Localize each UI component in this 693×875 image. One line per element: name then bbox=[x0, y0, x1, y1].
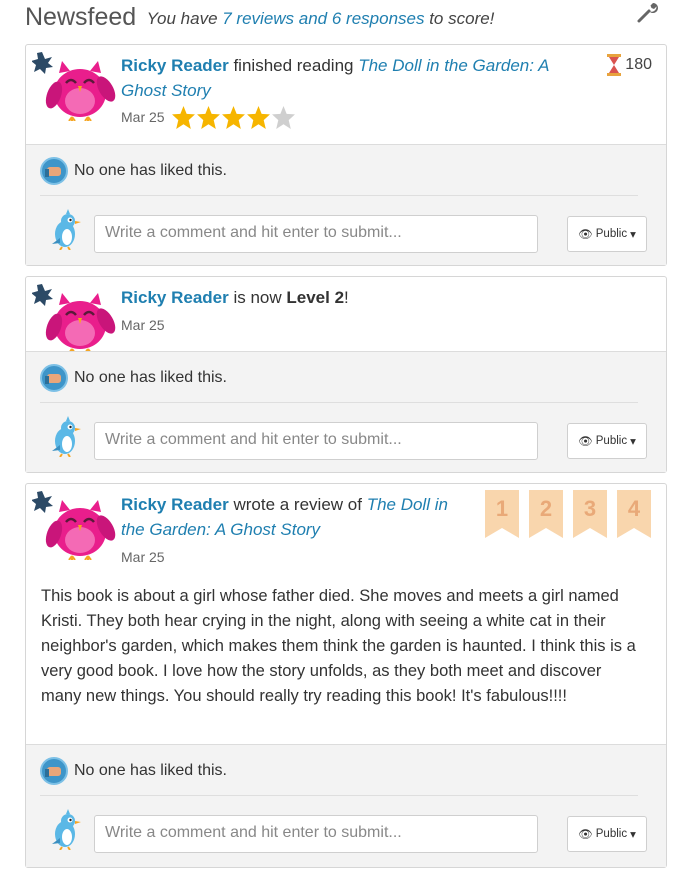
likes-row: No one has liked this. bbox=[40, 757, 227, 785]
divider bbox=[40, 195, 638, 196]
user-name-link[interactable]: Ricky Reader bbox=[121, 56, 229, 75]
ribbon-number: 4 bbox=[627, 496, 641, 521]
star-filled-icon bbox=[246, 105, 271, 130]
review-text: This book is about a girl whose father d… bbox=[41, 587, 636, 705]
page-title: Newsfeed bbox=[25, 3, 137, 31]
reading-time-value: 180 bbox=[625, 56, 652, 73]
thumbs-up-icon[interactable] bbox=[40, 757, 68, 785]
likes-row: No one has liked this. bbox=[40, 364, 227, 392]
owl-avatar-icon bbox=[32, 283, 120, 353]
wrench-icon[interactable] bbox=[635, 0, 659, 24]
divider bbox=[40, 402, 638, 403]
post-action-text: wrote a review of bbox=[228, 495, 367, 514]
owl-avatar-icon bbox=[32, 490, 120, 560]
visibility-label: Public bbox=[595, 435, 628, 447]
likes-row: No one has liked this. bbox=[40, 157, 227, 185]
post-date: Mar 25 bbox=[121, 317, 165, 333]
ribbon-number: 2 bbox=[539, 496, 553, 521]
avatar[interactable] bbox=[32, 490, 120, 560]
thumbs-up-icon[interactable] bbox=[40, 364, 68, 392]
score-notice-suffix: to score! bbox=[424, 9, 495, 28]
post-headline: Ricky Reader is now Level 2! Mar 25 bbox=[121, 285, 586, 338]
eye-icon: 👁 bbox=[578, 829, 593, 841]
divider bbox=[40, 795, 638, 796]
user-name-link[interactable]: Ricky Reader bbox=[121, 288, 229, 307]
post-suffix: ! bbox=[344, 288, 349, 307]
feed-post-review: Ricky Reader wrote a review of The Doll … bbox=[25, 483, 667, 868]
score-ribbons: 1 2 3 4 bbox=[485, 490, 651, 538]
post-action-text: is now bbox=[228, 288, 287, 307]
score-ribbon-2[interactable]: 2 bbox=[529, 490, 563, 538]
hourglass-icon bbox=[607, 54, 622, 76]
avatar[interactable] bbox=[32, 283, 120, 353]
visibility-dropdown[interactable]: 👁 Public ▾ bbox=[567, 423, 647, 459]
post-headline: Ricky Reader finished reading The Doll i… bbox=[121, 53, 586, 130]
comment-input[interactable] bbox=[94, 815, 538, 853]
star-filled-icon bbox=[171, 105, 196, 130]
eye-icon: 👁 bbox=[578, 229, 593, 241]
avatar[interactable] bbox=[32, 51, 120, 121]
post-footer: No one has liked this. 👁 Public ▾ bbox=[26, 744, 666, 867]
visibility-dropdown[interactable]: 👁 Public ▾ bbox=[567, 816, 647, 852]
bird-avatar-icon bbox=[48, 415, 82, 457]
newsfeed-header: Newsfeed You have 7 reviews and 6 respon… bbox=[25, 0, 665, 36]
caret-down-icon: ▾ bbox=[630, 229, 636, 241]
ribbon-number: 1 bbox=[495, 496, 509, 521]
reading-time: 180 bbox=[606, 53, 652, 77]
score-notice: You have 7 reviews and 6 responses to sc… bbox=[147, 9, 495, 29]
feed-post-level-up: Ricky Reader is now Level 2! Mar 25 No o… bbox=[25, 276, 667, 473]
star-filled-icon bbox=[196, 105, 221, 130]
owl-avatar-icon bbox=[32, 51, 120, 121]
bird-avatar-icon bbox=[48, 808, 82, 850]
likes-text: No one has liked this. bbox=[74, 762, 227, 779]
star-empty-icon bbox=[271, 105, 296, 130]
star-rating bbox=[171, 105, 296, 130]
ribbon-number: 3 bbox=[583, 496, 597, 521]
eye-icon: 👁 bbox=[578, 436, 593, 448]
user-name-link[interactable]: Ricky Reader bbox=[121, 495, 229, 514]
score-reviews-link[interactable]: 7 reviews and 6 responses bbox=[222, 9, 424, 28]
likes-text: No one has liked this. bbox=[74, 369, 227, 386]
post-headline: Ricky Reader wrote a review of The Doll … bbox=[121, 492, 456, 570]
comment-input[interactable] bbox=[94, 422, 538, 460]
score-notice-prefix: You have bbox=[146, 9, 223, 28]
level-text: Level 2 bbox=[286, 288, 345, 307]
post-action-text: finished reading bbox=[228, 56, 359, 75]
likes-text: No one has liked this. bbox=[74, 162, 227, 179]
score-ribbon-1[interactable]: 1 bbox=[485, 490, 519, 538]
comment-input[interactable] bbox=[94, 215, 538, 253]
visibility-label: Public bbox=[595, 828, 628, 840]
caret-down-icon: ▾ bbox=[630, 829, 636, 841]
visibility-dropdown[interactable]: 👁 Public ▾ bbox=[567, 216, 647, 252]
post-footer: No one has liked this. 👁 Public ▾ bbox=[26, 351, 666, 472]
visibility-label: Public bbox=[595, 228, 628, 240]
star-filled-icon bbox=[221, 105, 246, 130]
post-footer: No one has liked this. 👁 Public ▾ bbox=[26, 144, 666, 265]
caret-down-icon: ▾ bbox=[630, 436, 636, 448]
bird-avatar-icon bbox=[48, 208, 82, 250]
post-date: Mar 25 bbox=[121, 549, 165, 565]
thumbs-up-icon[interactable] bbox=[40, 157, 68, 185]
score-ribbon-3[interactable]: 3 bbox=[573, 490, 607, 538]
feed-post-finished-reading: Ricky Reader finished reading The Doll i… bbox=[25, 44, 667, 266]
post-date: Mar 25 bbox=[121, 109, 165, 125]
score-ribbon-4[interactable]: 4 bbox=[617, 490, 651, 538]
